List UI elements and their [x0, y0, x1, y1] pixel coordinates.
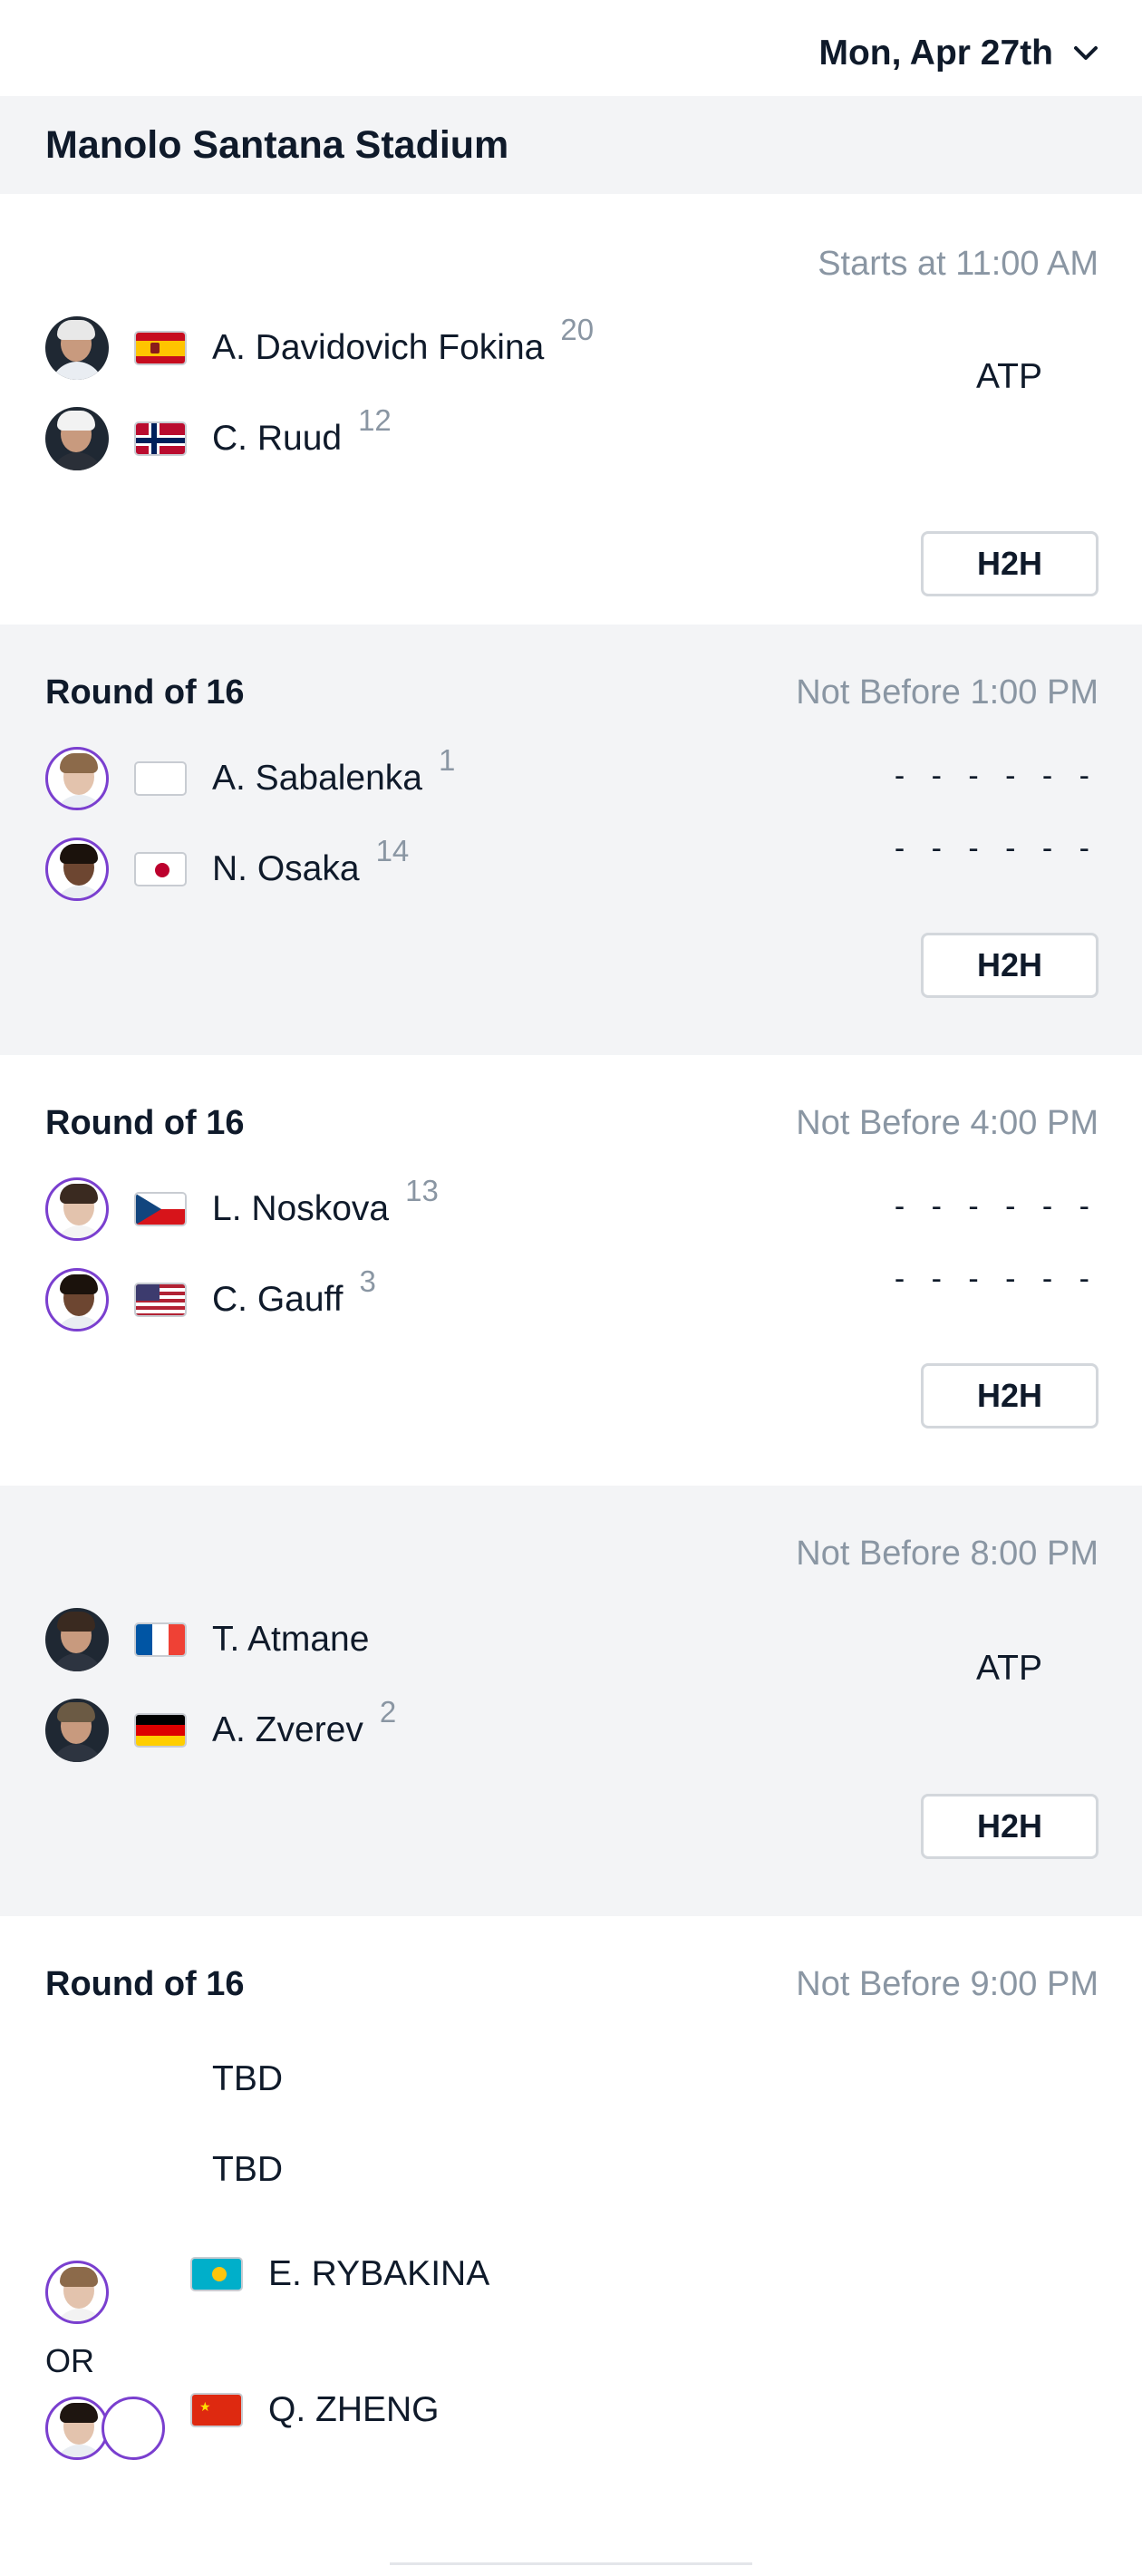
- match-time: Not Before 8:00 PM: [796, 1535, 1098, 1573]
- player-row[interactable]: C. Ruud 12: [45, 403, 392, 471]
- h2h-button[interactable]: H2H: [921, 1794, 1098, 1859]
- player-seed: 3: [359, 1264, 376, 1298]
- player-seed: 13: [405, 1174, 439, 1207]
- round-label: Round of 16: [45, 1104, 245, 1142]
- h2h-button[interactable]: H2H: [921, 531, 1098, 596]
- france-flag-icon: [134, 1622, 187, 1657]
- player-name: A. Sabalenka: [212, 759, 423, 798]
- round-label: Round of 16: [45, 1965, 245, 2003]
- player-row[interactable]: L. Noskova 13: [45, 1174, 439, 1242]
- player-name: L. Noskova: [212, 1189, 390, 1228]
- score-placeholder: - - - - - -: [894, 1189, 1098, 1224]
- blank-flag-icon: [134, 761, 187, 796]
- japan-flag-icon: [134, 852, 187, 886]
- player-name: C. Gauff: [212, 1280, 344, 1319]
- court-header: Manolo Santana Stadium: [0, 96, 1142, 194]
- player-row[interactable]: A. Davidovich Fokina 20: [45, 313, 595, 381]
- player-avatar: [45, 407, 109, 470]
- player-avatar: [45, 1177, 109, 1241]
- norway-flag-icon: [134, 421, 187, 456]
- score-placeholder: - - - - - -: [894, 1262, 1098, 1296]
- player-avatar: [45, 747, 109, 810]
- match-card[interactable]: Not Before 8:00 PM T. Atmane A. Zverev 2…: [0, 1486, 1142, 1916]
- player-seed: 14: [375, 834, 410, 867]
- court-name: Manolo Santana Stadium: [45, 123, 509, 167]
- score-placeholder: - - - - - -: [894, 759, 1098, 793]
- player-row[interactable]: A. Sabalenka 1: [45, 743, 456, 811]
- player-avatar: [45, 316, 109, 380]
- player-avatar: [45, 2397, 109, 2460]
- player-row[interactable]: N. Osaka 14: [45, 834, 410, 902]
- china-flag-icon: ★: [190, 2393, 243, 2427]
- h2h-button[interactable]: H2H: [921, 933, 1098, 998]
- tour-label: ATP: [976, 1649, 1042, 1688]
- player-avatar: [45, 838, 109, 901]
- date-bar: Mon, Apr 27th: [0, 0, 1142, 96]
- match-card[interactable]: Starts at 11:00 AM A. Davidovich Fokina …: [0, 194, 1142, 625]
- empty-avatar-ring: [102, 2397, 165, 2460]
- player-avatar: [45, 1699, 109, 1762]
- player-name: E. RYBAKINA: [268, 2254, 490, 2293]
- usa-flag-icon: [134, 1283, 187, 1317]
- germany-flag-icon: [134, 1713, 187, 1748]
- player-seed: 12: [358, 403, 392, 437]
- player-avatar: [45, 1268, 109, 1332]
- qualifier-player-row[interactable]: ★ Q. ZHENG: [190, 2387, 440, 2433]
- player-name: TBD: [212, 2150, 283, 2189]
- kazakhstan-flag-icon: [190, 2257, 243, 2291]
- match-card[interactable]: Round of 16 Not Before 9:00 PM TBD TBD E…: [0, 1916, 1142, 2576]
- player-row[interactable]: A. Zverev 2: [45, 1695, 397, 1763]
- match-time: Not Before 1:00 PM: [796, 673, 1098, 712]
- h2h-button[interactable]: H2H: [921, 1363, 1098, 1428]
- player-seed: 1: [439, 743, 456, 777]
- match-time: Not Before 9:00 PM: [796, 1965, 1098, 2003]
- or-label: OR: [45, 2342, 94, 2379]
- player-name: A. Davidovich Fokina: [212, 328, 545, 367]
- date-label: Mon, Apr 27th: [818, 34, 1053, 73]
- player-name: C. Ruud: [212, 419, 343, 458]
- chevron-down-icon: [1074, 46, 1098, 60]
- match-card[interactable]: Round of 16 Not Before 4:00 PM L. Noskov…: [0, 1055, 1142, 1486]
- match-time: Not Before 4:00 PM: [796, 1104, 1098, 1142]
- match-card[interactable]: Round of 16 Not Before 1:00 PM A. Sabale…: [0, 625, 1142, 1055]
- player-name: TBD: [212, 2059, 283, 2098]
- player-seed: 2: [379, 1695, 397, 1729]
- spain-flag-icon: [134, 331, 187, 365]
- qualifier-player-row[interactable]: E. RYBAKINA: [190, 2252, 489, 2297]
- score-placeholder: - - - - - -: [894, 831, 1098, 866]
- player-name: Q. ZHENG: [268, 2390, 440, 2429]
- match-time: Starts at 11:00 AM: [818, 245, 1098, 283]
- round-label: Round of 16: [45, 673, 245, 712]
- player-row[interactable]: T. Atmane: [45, 1607, 369, 1672]
- player-name: N. Osaka: [212, 849, 360, 888]
- player-name: A. Zverev: [212, 1710, 363, 1749]
- scroll-indicator: [390, 2529, 752, 2565]
- tour-label: ATP: [976, 357, 1042, 396]
- player-name: T. Atmane: [212, 1620, 370, 1659]
- player-seed: 20: [560, 313, 595, 346]
- date-selector[interactable]: Mon, Apr 27th: [818, 31, 1098, 76]
- player-row[interactable]: C. Gauff 3: [45, 1264, 376, 1332]
- czech-flag-icon: [134, 1192, 187, 1226]
- player-avatar: [45, 2261, 109, 2324]
- player-avatar: [45, 1608, 109, 1671]
